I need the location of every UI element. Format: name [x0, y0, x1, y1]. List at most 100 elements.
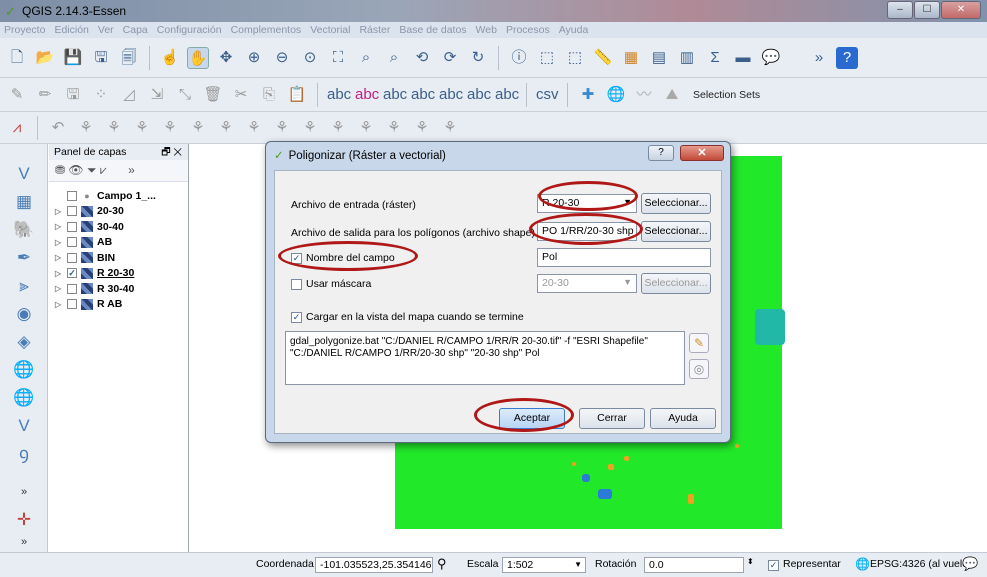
- copy-icon[interactable]: ⎘: [258, 84, 280, 106]
- visibility-icon[interactable]: 👁: [68, 163, 83, 177]
- node-edit-icon[interactable]: ⤡: [174, 84, 196, 106]
- select-output-button[interactable]: Seleccionar...: [641, 221, 711, 242]
- menu-configuracion[interactable]: Configuración: [157, 24, 222, 36]
- zoom-full-icon[interactable]: ⛶: [327, 47, 349, 69]
- label-rotate-icon[interactable]: abc: [467, 84, 491, 106]
- close-window-button[interactable]: ✕: [941, 1, 981, 19]
- add-raster-layer-icon[interactable]: ▦: [12, 190, 36, 214]
- layer-item-r-ab[interactable]: ▷ R AB: [49, 297, 188, 313]
- menu-complementos[interactable]: Complementos: [231, 24, 302, 36]
- label-icon[interactable]: abc: [327, 84, 351, 106]
- open-project-icon[interactable]: 📂: [34, 47, 56, 69]
- zoom-next-icon[interactable]: ⟳: [439, 47, 461, 69]
- label-highlight-icon[interactable]: abc: [355, 84, 379, 106]
- measure-icon[interactable]: 📏: [592, 47, 614, 69]
- expand-arrow-icon[interactable]: ▷: [55, 269, 63, 278]
- reset-command-icon[interactable]: ◎: [689, 359, 709, 379]
- select-input-button[interactable]: Seleccionar...: [641, 193, 711, 214]
- layer-checkbox[interactable]: ✓: [67, 268, 77, 279]
- cancel-button[interactable]: Cerrar: [579, 408, 645, 429]
- pan-icon[interactable]: ✋: [187, 46, 209, 69]
- digitize-icon-13[interactable]: ⚘: [411, 117, 433, 139]
- help-icon[interactable]: ?: [836, 46, 858, 69]
- label-move-icon[interactable]: abc: [439, 84, 463, 106]
- touch-zoom-icon[interactable]: ☝: [159, 47, 181, 69]
- field-calc-icon[interactable]: ▥: [676, 47, 698, 69]
- crs-label[interactable]: EPSG:4326 (al vuelo): [870, 558, 972, 570]
- expand-arrow-icon[interactable]: ▷: [55, 238, 63, 247]
- digitize-icon-10[interactable]: ⚘: [327, 117, 349, 139]
- identify-icon[interactable]: ⓘ: [508, 47, 530, 69]
- add-vector-layer-icon[interactable]: V: [12, 162, 36, 186]
- menu-ver[interactable]: Ver: [98, 24, 114, 36]
- select-mask-button[interactable]: Seleccionar...: [641, 273, 711, 294]
- globe-icon[interactable]: 🌐: [605, 84, 627, 106]
- rotation-input[interactable]: 0.0: [644, 557, 744, 573]
- layer-item-30-40[interactable]: ▷ 30-40: [49, 219, 188, 235]
- node-tool-icon[interactable]: ◿: [118, 84, 140, 106]
- digitize-icon-11[interactable]: ⚘: [355, 117, 377, 139]
- digitize-icon-6[interactable]: ⚘: [215, 117, 237, 139]
- overflow-chevron-icon[interactable]: »: [808, 47, 830, 69]
- zoom-out-icon[interactable]: ⊖: [271, 47, 293, 69]
- digitize-icon-14[interactable]: ⚘: [439, 117, 461, 139]
- accept-button[interactable]: Aceptar: [499, 408, 565, 429]
- layer-style-icon[interactable]: ⛃: [55, 163, 65, 177]
- layer-checkbox[interactable]: [67, 206, 77, 217]
- render-checkbox[interactable]: ✓: [768, 560, 779, 571]
- digitize-icon-2[interactable]: ⚘: [103, 117, 125, 139]
- digitize-icon-9[interactable]: ⚘: [299, 117, 321, 139]
- expand-arrow-icon[interactable]: ▷: [55, 207, 63, 216]
- add-mssql-layer-icon[interactable]: ⫸: [12, 274, 36, 298]
- layer-checkbox[interactable]: [67, 237, 77, 248]
- panel-float-close-icon[interactable]: 🗗 ✕: [161, 145, 182, 162]
- messages-icon[interactable]: 💬: [962, 556, 978, 572]
- terrain-icon[interactable]: ⛰: [661, 84, 683, 106]
- menu-capa[interactable]: Capa: [123, 24, 148, 36]
- add-db2-layer-icon[interactable]: ◈: [12, 330, 36, 354]
- input-raster-select[interactable]: R 20-30 ▼: [537, 194, 637, 213]
- digitize-icon-3[interactable]: ⚘: [131, 117, 153, 139]
- crosshair-icon[interactable]: ✛: [12, 508, 36, 532]
- expand-arrow-icon[interactable]: ▷: [55, 300, 63, 309]
- layer-item-20-30[interactable]: ▷ 20-30: [49, 204, 188, 220]
- expand-arrow-icon[interactable]: ▷: [55, 284, 63, 293]
- dialog-close-button[interactable]: ✕: [680, 145, 724, 161]
- zoom-in-icon[interactable]: ⊕: [243, 47, 265, 69]
- layer-checkbox[interactable]: [67, 252, 77, 263]
- filter-icon[interactable]: ⏷: [87, 163, 97, 177]
- mask-select[interactable]: 20-30 ▼: [537, 274, 637, 293]
- overflow-chevron-icon[interactable]: »: [12, 480, 36, 504]
- add-wcs-layer-icon[interactable]: 🌐: [12, 386, 36, 410]
- coordinate-input[interactable]: -101.035523,25.354146: [315, 557, 433, 573]
- expand-arrow-icon[interactable]: ▷: [55, 253, 63, 262]
- layer-checkbox[interactable]: [67, 283, 77, 294]
- print-composer-icon[interactable]: 🗐: [118, 47, 140, 69]
- minimize-button[interactable]: –: [887, 1, 913, 19]
- add-postgis-layer-icon[interactable]: 🐘: [12, 218, 36, 242]
- spinner-icon[interactable]: ⬍: [747, 557, 754, 566]
- menu-ayuda[interactable]: Ayuda: [559, 24, 589, 36]
- paste-icon[interactable]: 📋: [286, 84, 308, 106]
- menu-raster[interactable]: Ráster: [359, 24, 390, 36]
- digitize-icon-7[interactable]: ⚘: [243, 117, 265, 139]
- menu-procesos[interactable]: Procesos: [506, 24, 550, 36]
- select-features-icon[interactable]: ⬚: [536, 47, 558, 69]
- digitize-icon-1[interactable]: ⚘: [75, 117, 97, 139]
- menu-web[interactable]: Web: [476, 24, 497, 36]
- layer-item-r-30-40[interactable]: ▷ R 30-40: [49, 281, 188, 297]
- add-wms-layer-icon[interactable]: 🌐: [12, 358, 36, 382]
- gdal-command-text[interactable]: gdal_polygonize.bat "C:/DANIEL R/CAMPO 1…: [285, 331, 685, 385]
- layer-checkbox[interactable]: [67, 190, 77, 201]
- scale-select[interactable]: 1:502 ▼: [502, 557, 586, 573]
- new-project-icon[interactable]: 🗋: [6, 47, 28, 69]
- digitize-icon-5[interactable]: ⚘: [187, 117, 209, 139]
- edit-command-icon[interactable]: ✎: [689, 333, 709, 353]
- delete-icon[interactable]: 🗑: [202, 84, 224, 106]
- help-button[interactable]: Ayuda: [650, 408, 716, 429]
- move-feature-icon[interactable]: ⇲: [146, 84, 168, 106]
- cut-icon[interactable]: ✂: [230, 84, 252, 106]
- menu-base-de-datos[interactable]: Base de datos: [399, 24, 466, 36]
- layer-checkbox[interactable]: [67, 299, 77, 310]
- digitize-icon-12[interactable]: ⚘: [383, 117, 405, 139]
